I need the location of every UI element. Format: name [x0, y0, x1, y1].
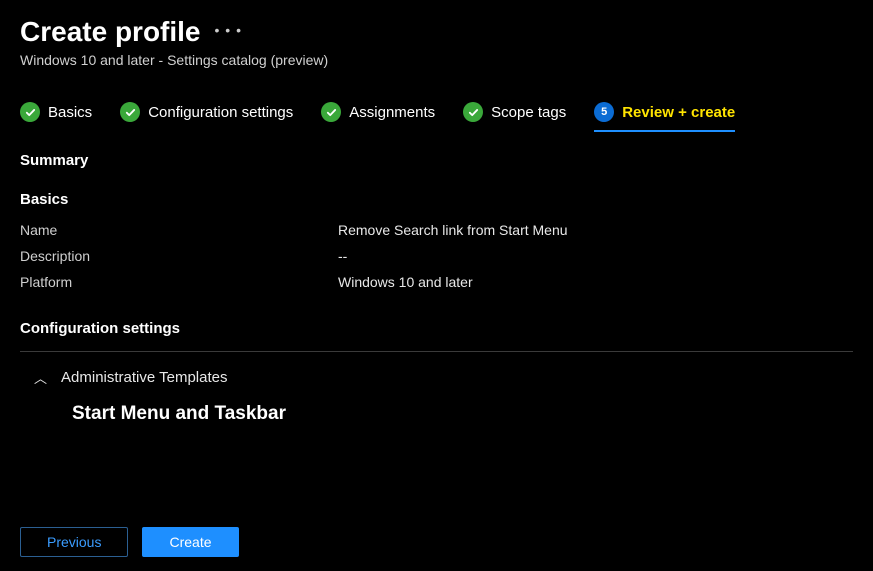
kv-key-platform: Platform: [20, 274, 338, 290]
step-scope-tags[interactable]: Scope tags: [463, 102, 566, 128]
step-number-badge: 5: [594, 102, 614, 122]
basics-heading: Basics: [20, 191, 853, 208]
more-actions-icon[interactable]: • • •: [215, 22, 242, 42]
check-icon: [20, 102, 40, 122]
check-icon: [463, 102, 483, 122]
step-label: Scope tags: [491, 104, 566, 121]
kv-row: Platform Windows 10 and later: [20, 274, 853, 290]
kv-val-name: Remove Search link from Start Menu: [338, 222, 568, 238]
create-button[interactable]: Create: [142, 527, 238, 557]
check-icon: [321, 102, 341, 122]
kv-val-platform: Windows 10 and later: [338, 274, 473, 290]
step-label: Review + create: [622, 104, 735, 121]
chevron-up-icon: ︿: [34, 368, 47, 387]
kv-key-description: Description: [20, 248, 338, 264]
kv-val-description: --: [338, 248, 347, 264]
configuration-settings-heading: Configuration settings: [20, 320, 853, 347]
step-label: Assignments: [349, 104, 435, 121]
step-assignments[interactable]: Assignments: [321, 102, 435, 128]
wizard-steps: Basics Configuration settings Assignment…: [0, 76, 873, 138]
check-icon: [120, 102, 140, 122]
summary-heading: Summary: [20, 152, 853, 169]
page-subtitle: Windows 10 and later - Settings catalog …: [20, 52, 853, 68]
step-configuration-settings[interactable]: Configuration settings: [120, 102, 293, 128]
divider: [20, 351, 853, 352]
tree-parent-label: Administrative Templates: [61, 369, 227, 386]
kv-row: Description --: [20, 248, 853, 264]
step-label: Configuration settings: [148, 104, 293, 121]
step-label: Basics: [48, 104, 92, 121]
tree-child-start-menu-taskbar: Start Menu and Taskbar: [20, 389, 853, 425]
step-review-create[interactable]: 5 Review + create: [594, 102, 735, 128]
kv-row: Name Remove Search link from Start Menu: [20, 222, 853, 238]
previous-button[interactable]: Previous: [20, 527, 128, 557]
step-basics[interactable]: Basics: [20, 102, 92, 128]
footer-actions: Previous Create: [0, 515, 873, 571]
tree-parent-administrative-templates[interactable]: ︿ Administrative Templates: [20, 366, 853, 389]
kv-key-name: Name: [20, 222, 338, 238]
page-title: Create profile: [20, 16, 201, 48]
